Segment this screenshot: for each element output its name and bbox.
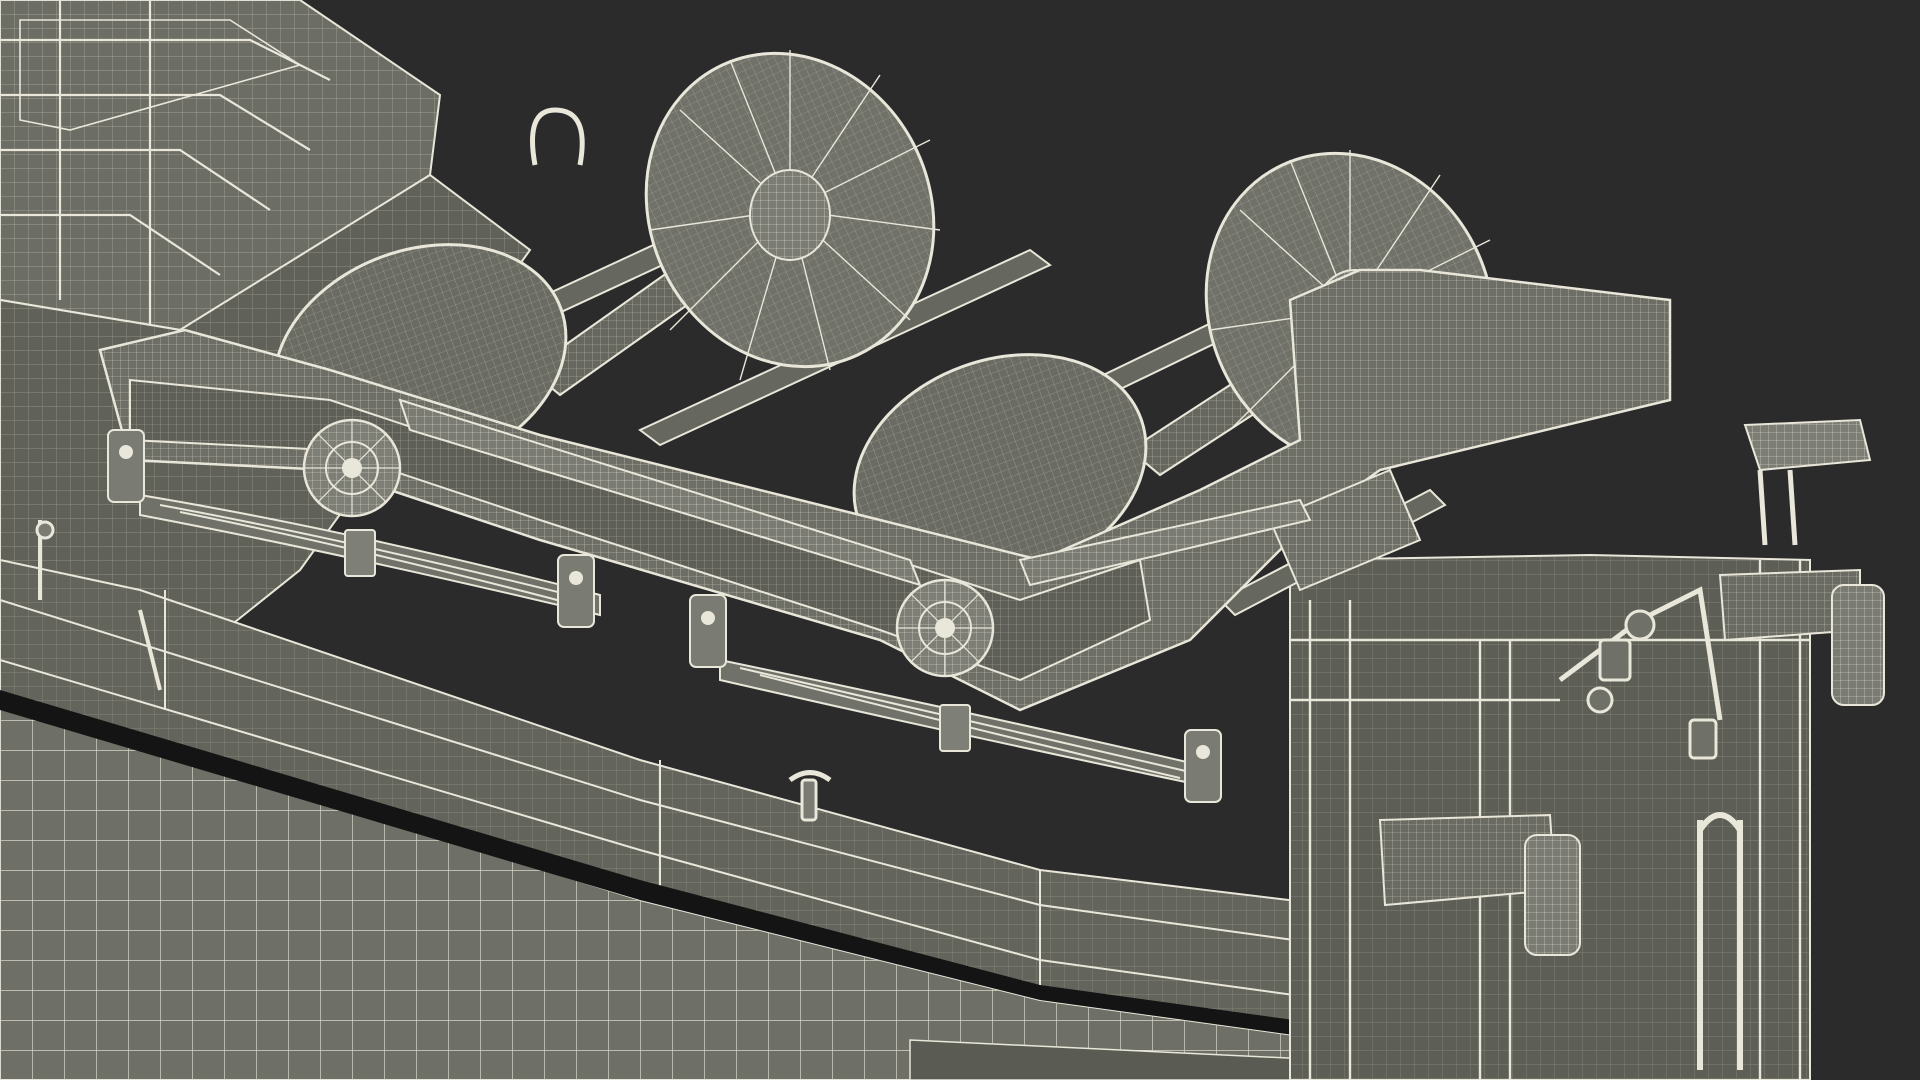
- axle-box-left: [302, 418, 402, 518]
- render-viewport: [0, 0, 1920, 1080]
- wireframe-render: [0, 0, 1920, 1080]
- axle-box-right: [895, 578, 995, 678]
